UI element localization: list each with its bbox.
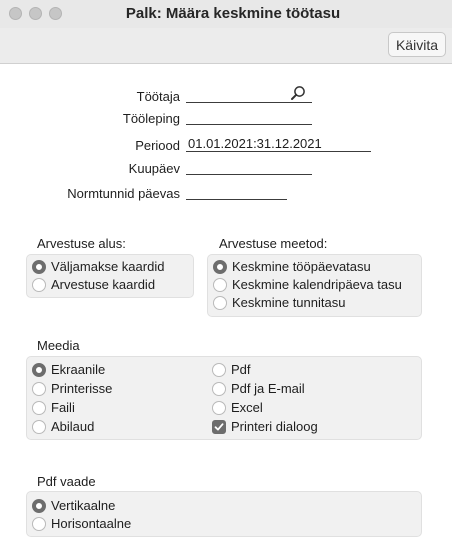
pdf-view-title: Pdf vaade [37,474,96,489]
radio-selected-icon [32,363,46,377]
contract-label: Tööleping [122,111,180,126]
radio-unselected-icon [32,420,46,434]
radio-unselected-icon [32,278,46,292]
basis-title: Arvestuse alus: [37,236,126,251]
method-title: Arvestuse meetod: [219,236,328,251]
option-label: Pdf ja E-mail [231,381,305,396]
option-label: Väljamakse kaardid [51,259,165,274]
checkmark-icon [212,420,226,434]
run-button[interactable]: Käivita [387,32,446,57]
option-label: Keskmine tööpäevatasu [232,259,371,274]
option-label: Ekraanile [51,362,106,377]
employee-label: Töötaja [136,89,180,104]
radio-unselected-icon [32,401,46,415]
media-title: Meedia [37,338,80,353]
option-label: Abilaud [51,419,95,434]
option-label: Printeri dialoog [231,419,318,434]
period-label: Periood [135,138,180,153]
date-field[interactable] [186,159,312,175]
radio-selected-icon [32,260,46,274]
toolbar: Käivita [0,28,452,64]
radio-unselected-icon [32,382,46,396]
method-group: Keskmine tööpäevatasu Keskmine kalendrip… [207,254,422,317]
radio-unselected-icon [32,517,46,531]
pdf-view-group: Vertikaalne Horisontaalne [26,491,422,537]
contract-field[interactable] [186,109,312,125]
radio-selected-icon [32,499,46,513]
title-bar: Palk: Määra keskmine töötasu [0,0,452,28]
option-label: Arvestuse kaardid [51,277,156,292]
window-title: Palk: Määra keskmine töötasu [125,5,341,22]
option-label: Faili [51,400,75,415]
option-label: Printerisse [51,381,113,396]
basis-group: Väljamakse kaardid Arvestuse kaardid [26,254,194,298]
magnifier-icon[interactable] [290,85,306,101]
option-label: Keskmine kalendripäeva tasu [232,277,402,292]
option-label: Keskmine tunnitasu [232,295,346,310]
option-label: Vertikaalne [51,498,116,513]
norm-hours-field[interactable] [186,184,287,200]
option-label: Horisontaalne [51,516,132,531]
radio-unselected-icon [213,296,227,310]
option-label: Excel [231,400,263,415]
date-label: Kuupäev [128,161,180,176]
radio-selected-icon [213,260,227,274]
radio-unselected-icon [213,278,227,292]
radio-unselected-icon [212,401,226,415]
media-group: Ekraanile Printerisse Faili Abilaud Pdf … [26,356,422,440]
norm-hours-label: Normtunnid päevas [67,186,180,201]
radio-unselected-icon [212,363,226,377]
radio-unselected-icon [212,382,226,396]
period-field[interactable]: 01.01.2021:31.12.2021 [186,136,371,152]
option-label: Pdf [231,362,251,377]
